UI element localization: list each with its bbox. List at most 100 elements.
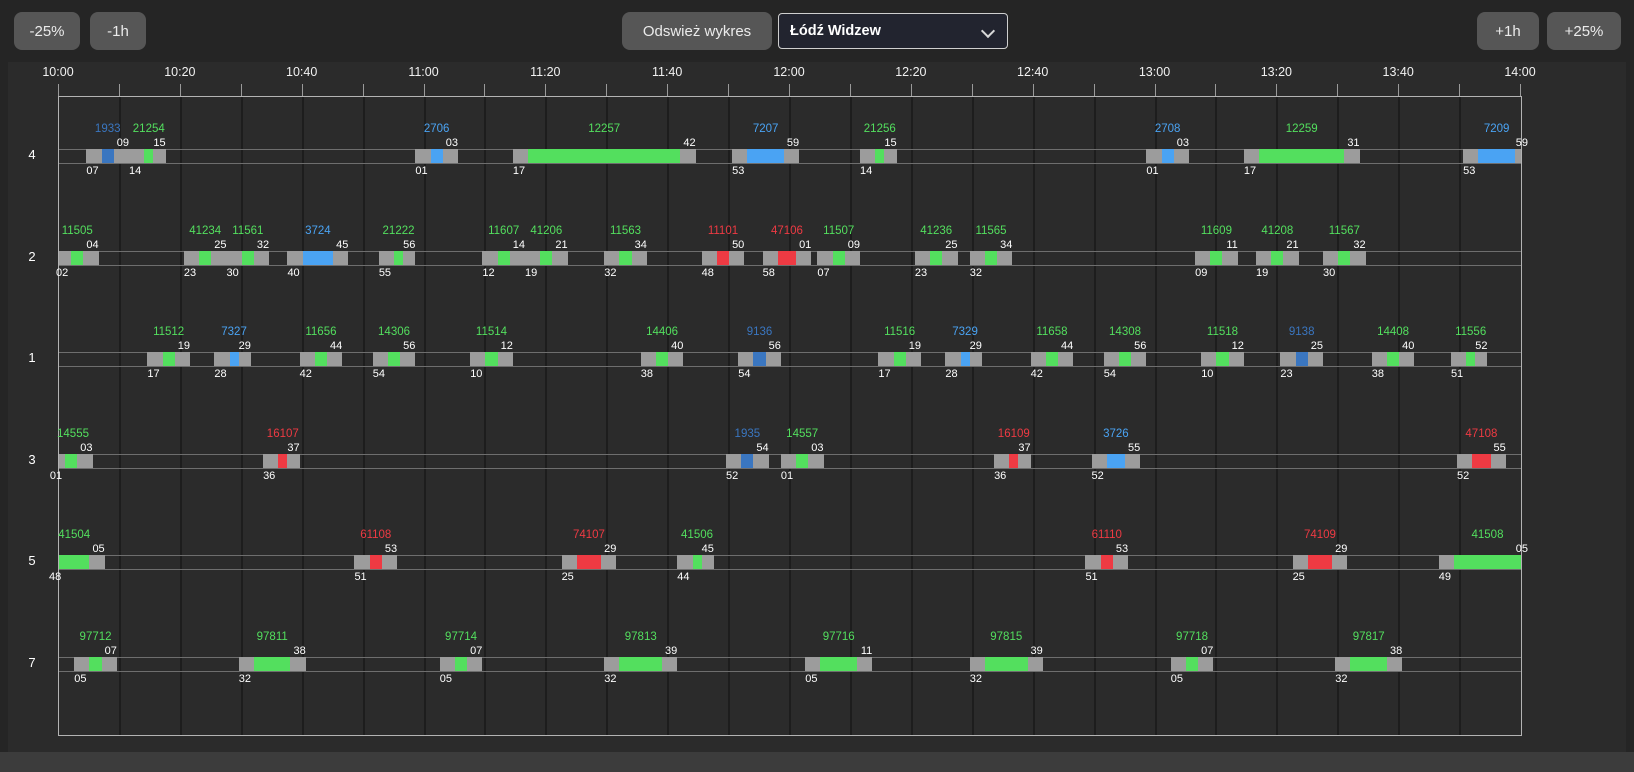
axis-time-label: 13:00	[1139, 65, 1170, 79]
arrival-minute: 10	[470, 368, 482, 380]
train-number: 41206	[530, 225, 562, 237]
departure-minute: 07	[105, 645, 117, 657]
train-number: 11505	[62, 225, 93, 237]
departure-minute: 56	[403, 340, 415, 352]
arrival-minute: 28	[214, 368, 226, 380]
departure-minute: 11	[861, 645, 872, 657]
axis-time-label: 11:20	[530, 65, 560, 79]
departure-minute: 03	[811, 442, 823, 454]
train-number: 3724	[305, 225, 331, 237]
arrival-minute: 09	[1195, 267, 1207, 279]
train-number: 41234	[189, 225, 221, 237]
zoom-out-button[interactable]: -25%	[14, 12, 80, 50]
train-number: 11609	[1201, 225, 1232, 237]
axis-time-label: 10:00	[42, 65, 73, 79]
train-number: 61110	[1092, 529, 1122, 541]
arrival-minute: 25	[562, 571, 574, 583]
train-number: 9138	[1289, 326, 1315, 338]
arrival-minute: 55	[379, 267, 391, 279]
train-number: 61108	[360, 529, 391, 541]
axis-time-label: 12:00	[773, 65, 804, 79]
departure-minute: 52	[1475, 340, 1487, 352]
arrival-minute: 30	[227, 267, 239, 279]
departure-minute: 11	[1226, 239, 1237, 251]
axis-tick	[424, 84, 425, 96]
arrival-minute: 48	[49, 571, 61, 583]
departure-minute: 55	[1128, 442, 1140, 454]
axis-time-label: 13:20	[1261, 65, 1292, 79]
departure-minute: 03	[446, 137, 458, 149]
arrival-minute: 23	[184, 267, 196, 279]
departure-minute: 44	[1061, 340, 1073, 352]
axis-tick	[119, 84, 120, 96]
train-number: 21222	[383, 225, 415, 237]
departure-minute: 31	[1347, 137, 1359, 149]
train-number: 47108	[1465, 428, 1497, 440]
toolbar: -25% -1h Odswież wykres Łódź Widzew +1h …	[0, 0, 1634, 62]
arrival-minute: 51	[1085, 571, 1097, 583]
departure-minute: 21	[1286, 239, 1298, 251]
app-window: -25% -1h Odswież wykres Łódź Widzew +1h …	[0, 0, 1634, 772]
arrival-minute: 05	[440, 673, 452, 685]
departure-minute: 59	[787, 137, 799, 149]
departure-minute: 45	[702, 543, 714, 555]
arrival-minute: 52	[1092, 470, 1104, 482]
arrival-minute: 12	[482, 267, 494, 279]
arrival-minute: 32	[239, 673, 251, 685]
train-number: 7327	[221, 326, 247, 338]
axis-time-label: 11:40	[652, 65, 682, 79]
departure-minute: 53	[385, 543, 397, 555]
axis-time-label: 10:20	[164, 65, 195, 79]
train-number: 11658	[1036, 326, 1067, 338]
pan-right-button[interactable]: +1h	[1477, 12, 1539, 50]
arrival-minute: 07	[86, 165, 98, 177]
arrival-minute: 02	[56, 267, 68, 279]
axis-tick	[180, 84, 181, 96]
train-number: 11507	[823, 225, 854, 237]
departure-minute: 04	[86, 239, 98, 251]
arrival-minute: 01	[1146, 165, 1158, 177]
horizontal-scrollbar[interactable]	[0, 752, 1634, 772]
axis-tick	[1276, 84, 1277, 96]
train-number: 11656	[305, 326, 336, 338]
arrival-minute: 05	[1171, 673, 1183, 685]
train-number: 1935	[735, 428, 761, 440]
departure-minute: 38	[1390, 645, 1402, 657]
arrival-minute: 42	[1031, 368, 1043, 380]
arrival-minute: 32	[604, 673, 616, 685]
departure-minute: 25	[214, 239, 226, 251]
departure-minute: 40	[671, 340, 683, 352]
axis-tick	[606, 84, 607, 96]
arrival-minute: 23	[1280, 368, 1292, 380]
departure-minute: 39	[1031, 645, 1043, 657]
arrival-minute: 38	[1372, 368, 1384, 380]
departure-minute: 12	[501, 340, 513, 352]
departure-minute: 15	[884, 137, 896, 149]
departure-minute: 29	[604, 543, 616, 555]
train-number: 2708	[1155, 123, 1181, 135]
departure-minute: 59	[1516, 137, 1528, 149]
arrival-minute: 01	[781, 470, 793, 482]
axis-tick	[484, 84, 485, 96]
refresh-chart-button[interactable]: Odswież wykres	[622, 12, 772, 50]
arrival-minute: 51	[1451, 368, 1463, 380]
departure-minute: 45	[336, 239, 348, 251]
departure-minute: 25	[945, 239, 957, 251]
train-number: 74109	[1304, 529, 1336, 541]
zoom-in-button[interactable]: +25%	[1547, 12, 1621, 50]
departure-minute: 54	[756, 442, 768, 454]
pan-left-button[interactable]: -1h	[90, 12, 146, 50]
arrival-minute: 32	[970, 673, 982, 685]
axis-tick	[972, 84, 973, 96]
train-number: 11556	[1455, 326, 1486, 338]
train-number: 16109	[998, 428, 1030, 440]
arrival-minute: 52	[726, 470, 738, 482]
train-number: 97815	[990, 631, 1022, 643]
departure-minute: 19	[909, 340, 921, 352]
arrival-minute: 25	[1293, 571, 1305, 583]
departure-minute: 19	[178, 340, 190, 352]
train-number: 97716	[823, 631, 855, 643]
arrival-minute: 36	[263, 470, 275, 482]
station-select[interactable]: Łódź Widzew	[778, 13, 1008, 49]
departure-minute: 34	[635, 239, 647, 251]
